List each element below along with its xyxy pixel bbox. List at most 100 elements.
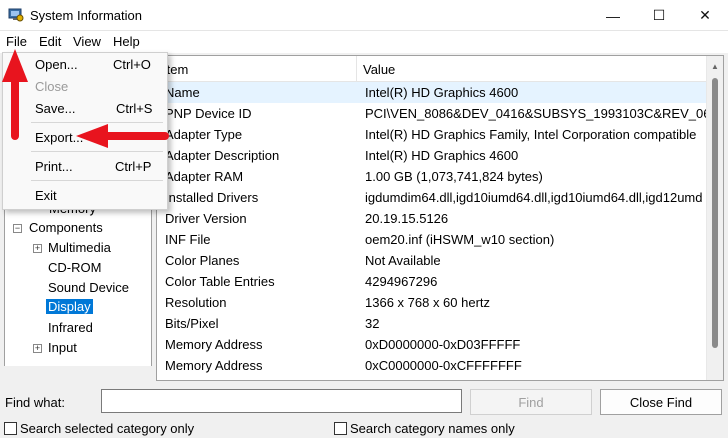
menu-item-exit[interactable]: Exit [3,184,167,206]
close-window-button[interactable]: ✕ [682,0,728,31]
table-row[interactable]: Resolution 1366 x 768 x 60 hertz [157,292,707,313]
tree-item-display[interactable]: Display [46,299,93,314]
expand-icon[interactable]: + [33,344,42,353]
menu-bar: File Edit View Help [0,31,728,53]
collapse-icon[interactable]: − [13,224,22,233]
menu-item-close: Close [3,75,167,97]
tree-item-components[interactable]: Components [29,220,103,235]
close-find-button[interactable]: Close Find [600,389,722,415]
cell-item: Adapter Type [165,127,243,142]
table-row[interactable]: INF File oem20.inf (iHSWM_w10 section) [157,229,707,250]
checkbox-label: Search selected category only [20,421,195,436]
menu-item-shortcut: Ctrl+O [113,57,151,72]
table-row[interactable]: Name Intel(R) HD Graphics 4600 [157,82,707,103]
cell-item: Adapter Description [165,148,280,163]
menu-item-label: Save... [35,101,76,116]
table-row[interactable]: Driver Version 20.19.15.5126 [157,208,707,229]
cell-value: igdumdim64.dll,igd10iumd64.dll,igd10iumd… [365,190,703,205]
tree-item-input[interactable]: Input [48,340,77,355]
table-row[interactable]: Adapter RAM 1.00 GB (1,073,741,824 bytes) [157,166,707,187]
menu-item-label: Exit [35,188,57,203]
menu-view[interactable]: View [73,34,101,49]
tree-item-multimedia[interactable]: Multimedia [48,240,111,255]
scrollbar-thumb[interactable] [712,78,718,348]
menu-file[interactable]: File [6,34,27,49]
cell-item: Adapter RAM [165,169,244,184]
menu-item-export[interactable]: Export... [3,126,167,148]
cell-item: Memory Address [165,358,263,373]
menu-item-save[interactable]: Save... Ctrl+S [3,97,167,119]
minimize-icon: — [606,7,620,24]
cell-item: Memory Address [165,337,263,352]
table-row[interactable]: Color Table Entries 4294967296 [157,271,707,292]
tree-item-sound-device[interactable]: Sound Device [48,280,129,295]
cell-item: Driver Version [165,211,247,226]
system-information-icon [8,7,24,23]
cell-value: Intel(R) HD Graphics 4600 [365,85,519,100]
cell-item: Bits/Pixel [165,316,219,331]
menu-item-print[interactable]: Print... Ctrl+P [3,155,167,177]
cell-value: 20.19.15.5126 [365,211,449,226]
cell-value: 4294967296 [365,274,438,289]
title-bar: System Information — ☐ ✕ [0,0,728,31]
cell-item: INF File [165,232,211,247]
find-bar: Find what: Find Close Find Search select… [0,384,728,438]
find-input[interactable] [101,389,462,413]
menu-item-open[interactable]: Open... Ctrl+O [3,53,167,75]
menu-item-label: Close [35,79,69,94]
cell-item: Color Table Entries [165,274,275,289]
menu-item-shortcut: Ctrl+P [115,159,152,174]
tree-item-infrared[interactable]: Infrared [48,320,93,335]
tree-horizontal-scrollbar[interactable] [4,366,152,381]
expand-icon[interactable]: + [33,244,42,253]
table-row[interactable]: Memory Address 0xC0000000-0xCFFFFFFF [157,355,707,376]
cell-item: Resolution [165,295,227,310]
checkbox-label: Search category names only [350,421,515,436]
cell-value: Intel(R) HD Graphics 4600 [365,148,519,163]
table-row[interactable]: PNP Device ID PCI\VEN_8086&DEV_0416&SUBSY… [157,103,707,124]
cell-value: 0xC0000000-0xCFFFFFFF [365,358,522,373]
table-row[interactable]: Memory Address 0xD0000000-0xD03FFFFF [157,334,707,355]
menu-item-label: Open... [35,57,78,72]
search-selected-category-checkbox[interactable]: Search selected category only [4,421,194,436]
table-row[interactable]: Adapter Type Intel(R) HD Graphics Family,… [157,124,707,145]
find-what-label: Find what: [5,395,65,410]
scroll-up-icon[interactable]: ▲ [711,62,719,71]
find-button[interactable]: Find [470,389,592,415]
table-row[interactable]: Color Planes Not Available [157,250,707,271]
menu-separator [31,151,163,152]
cell-value: PCI\VEN_8086&DEV_0416&SUBSYS_1993103C&RE… [365,106,707,121]
maximize-icon: ☐ [652,7,666,23]
cell-value: 1366 x 768 x 60 hertz [365,295,491,310]
minimize-button[interactable]: — [590,0,636,31]
cell-item: Name [165,85,200,100]
cell-value: 0xD0000000-0xD03FFFFF [365,337,521,352]
close-icon: ✕ [699,7,711,23]
table-row[interactable]: Bits/Pixel 32 [157,313,707,334]
window-title: System Information [30,8,142,23]
cell-item: Installed Drivers [165,190,259,205]
cell-item: PNP Device ID [165,106,252,121]
table-row[interactable]: Installed Drivers igdumdim64.dll,igd10ium… [157,187,707,208]
vertical-scrollbar[interactable]: ▲ [706,56,723,380]
cell-value: oem20.inf (iHSWM_w10 section) [365,232,555,247]
column-header-value[interactable]: Value [357,56,707,82]
checkbox-box[interactable] [4,422,17,435]
menu-item-shortcut: Ctrl+S [116,101,153,116]
menu-item-label: Print... [35,159,73,174]
cell-value: Not Available [365,253,441,268]
search-category-names-checkbox[interactable]: Search category names only [334,421,515,436]
menu-separator [31,122,163,123]
file-menu-dropdown: Open... Ctrl+O Close Save... Ctrl+S Expo… [2,52,168,210]
menu-separator [31,180,163,181]
details-list[interactable]: Item Value Name Intel(R) HD Graphics 4600… [156,55,724,381]
checkbox-box[interactable] [334,422,347,435]
tree-item-cdrom[interactable]: CD-ROM [48,260,101,275]
maximize-button[interactable]: ☐ [636,0,682,31]
menu-item-label: Export... [35,130,84,145]
menu-help[interactable]: Help [113,34,140,49]
column-header-item[interactable]: Item [157,56,357,82]
cell-item: Color Planes [165,253,240,268]
table-row[interactable]: Adapter Description Intel(R) HD Graphics … [157,145,707,166]
menu-edit[interactable]: Edit [39,34,61,49]
